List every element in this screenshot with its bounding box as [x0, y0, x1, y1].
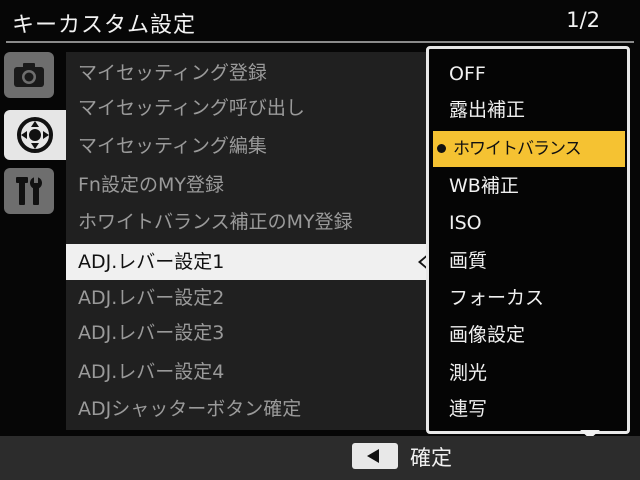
menu-item[interactable]: マイセッティング編集 [78, 129, 267, 163]
selected-dot-icon [437, 144, 446, 153]
menu-item[interactable]: ADJ.レバー設定2 [78, 281, 224, 315]
page-indicator: 1/2 [566, 8, 600, 32]
option-item-selected[interactable]: ホワイトバランス [433, 131, 625, 167]
page-title: キーカスタム設定 [12, 13, 197, 38]
left-arrow-key-icon [352, 443, 398, 469]
option-item[interactable]: 露出補正 [449, 93, 525, 127]
option-item[interactable]: 連写 [449, 392, 487, 426]
dial-icon [17, 117, 53, 153]
option-item[interactable]: 画質 [449, 244, 487, 278]
tab-camera[interactable] [4, 52, 54, 98]
option-item[interactable]: WB補正 [449, 169, 519, 203]
option-dropdown: OFF 露出補正 ホワイトバランス WB補正 ISO 画質 フォーカス 画像設定… [426, 46, 630, 434]
menu-item[interactable]: ADJ.レバー設定4 [78, 355, 224, 389]
confirm-label: 確定 [410, 446, 452, 470]
option-item[interactable]: OFF [449, 57, 486, 91]
option-item[interactable]: 画像設定 [449, 318, 525, 352]
option-item[interactable]: ISO [449, 206, 482, 240]
menu-item[interactable]: マイセッティング呼び出し [78, 91, 305, 125]
camera-icon [14, 63, 44, 87]
option-label: ホワイトバランス [453, 139, 582, 159]
footer-bar: 確定 [0, 436, 640, 480]
menu-item[interactable]: ADJシャッターボタン確定 [78, 392, 301, 426]
menu-item[interactable]: Fn設定のMY登録 [78, 168, 224, 202]
option-item[interactable]: 測光 [449, 356, 487, 390]
menu-item-label: ADJ.レバー設定1 [78, 251, 225, 273]
header: キーカスタム設定 1/2 [0, 0, 640, 46]
option-item[interactable]: フォーカス [449, 281, 544, 315]
menu-item[interactable]: マイセッティング登録 [78, 56, 267, 90]
menu-item-selected[interactable]: ADJ.レバー設定1 [66, 244, 430, 280]
menu-list: マイセッティング登録 マイセッティング呼び出し マイセッティング編集 Fn設定の… [66, 52, 430, 430]
tab-tools[interactable] [4, 168, 54, 214]
menu-item[interactable]: ホワイトバランス補正のMY登録 [78, 205, 353, 239]
wrench-icon [16, 176, 42, 205]
tab-setup[interactable] [4, 110, 66, 160]
header-divider [6, 41, 634, 43]
menu-item[interactable]: ADJ.レバー設定3 [78, 316, 224, 350]
